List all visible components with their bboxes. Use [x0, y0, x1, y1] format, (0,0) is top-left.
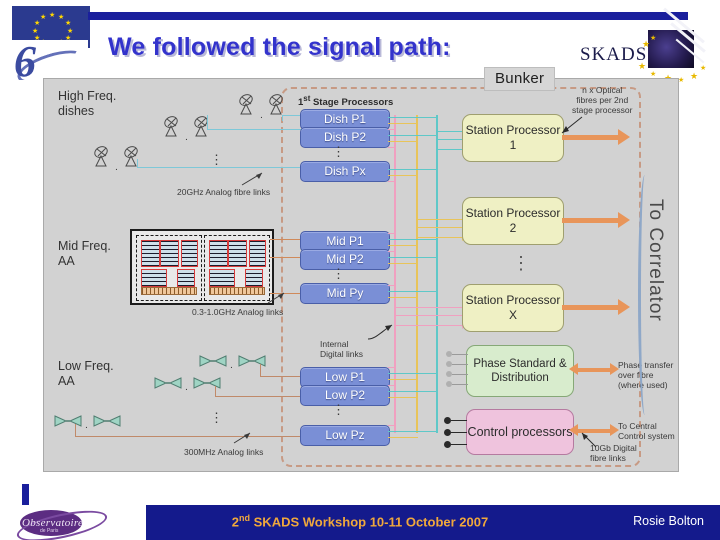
label-low-analog-links: 300MHz Analog links [184, 447, 264, 457]
dish-antenna-icon [162, 115, 184, 137]
dish-link-line [207, 115, 208, 129]
mid-freq-tile-array [130, 229, 274, 305]
low-link-line [75, 436, 308, 437]
processor-mid-p2[interactable]: Mid P2 [300, 249, 390, 270]
dish-antenna-icon [192, 115, 214, 137]
vertical-ellipsis: ⋮ [210, 152, 223, 167]
low-freq-antenna-icon [199, 354, 227, 368]
pointer-arrow [581, 432, 597, 448]
station-processor-x[interactable]: Station Processor X [462, 284, 564, 332]
label-to-correlator: To Correlator [645, 199, 666, 322]
fp6-logo: 6 [12, 40, 88, 80]
low-freq-antenna-icon [93, 414, 121, 428]
processor-low-p2[interactable]: Low P2 [300, 385, 390, 406]
dish-antenna-icon [237, 93, 259, 115]
label-mid-analog-links: 0.3-1.0GHz Analog links [192, 307, 284, 317]
diagram-panel: Bunker High Freq. dishes Mid Freq. AA Lo… [43, 67, 679, 472]
vertical-ellipsis: ⋮ [332, 266, 345, 281]
header-rule [88, 12, 688, 20]
internal-bus-yellow [416, 115, 418, 433]
correlator-output-arrow [562, 135, 620, 140]
label-high-freq-dishes: High Freq. dishes [58, 89, 117, 118]
label-mid-freq-aa: Mid Freq. AA [58, 239, 111, 268]
processor-dish-px[interactable]: Dish Px [300, 161, 390, 182]
slide-root: ★ ★ ★ ★ ★ ★ ★ ★ ★ ★ ★ ★ 6 We followed th… [0, 0, 720, 540]
station-processor-2[interactable]: Station Processor 2 [462, 197, 564, 245]
tile-group [204, 235, 270, 301]
page-title: We followed the signal path: [108, 33, 451, 61]
footer-author: Rosie Bolton [633, 514, 704, 528]
bunker-label: Bunker [484, 67, 556, 91]
control-processors-box[interactable]: Control processors [466, 409, 574, 455]
dish-antenna-icon [92, 145, 114, 167]
footer-ordinal-number: 2 [231, 514, 240, 530]
skads-logo: SKADS ★ ★ ★ ★ ★ ★ ★ ★ [580, 7, 710, 84]
low-link-line [215, 396, 308, 397]
low-link-line [215, 386, 216, 396]
station-processor-1[interactable]: Station Processor 1 [462, 114, 564, 162]
pointer-arrow [267, 292, 285, 304]
low-freq-antenna-icon [154, 376, 182, 390]
dish-antenna-icon [267, 93, 289, 115]
label-internal-digital-links: Internal Digital links [320, 339, 363, 359]
pointer-arrow [241, 172, 263, 186]
label-low-freq-aa: Low Freq. AA [58, 359, 114, 388]
dish-link-line [137, 159, 138, 167]
phase-transfer-arrow [574, 368, 614, 372]
pointer-arrow [367, 324, 393, 340]
dish-antenna-icon [122, 145, 144, 167]
stage1-heading: 1st Stage Processors [298, 94, 394, 109]
phase-standard-box[interactable]: Phase Standard & Distribution [466, 345, 574, 397]
low-freq-antenna-icon [193, 376, 221, 390]
vertical-ellipsis: ⋮ [512, 253, 530, 273]
tile-group [136, 235, 202, 301]
footer-ordinal-suffix: nd [239, 513, 251, 523]
footer-accent-mark [22, 484, 29, 506]
low-link-line [75, 424, 76, 436]
vertical-ellipsis: ⋮ [332, 402, 345, 417]
label-optical-fibres: n x Optical fibres per 2nd stage process… [572, 85, 633, 115]
pointer-arrow [233, 432, 251, 444]
footer-event-text: 2nd SKADS Workshop 10-11 October 2007 [0, 513, 720, 529]
vertical-ellipsis: ⋮ [210, 410, 223, 425]
correlator-output-arrowhead [618, 299, 630, 315]
correlator-output-arrow [562, 305, 620, 310]
processor-low-pz[interactable]: Low Pz [300, 425, 390, 446]
low-freq-antenna-icon [54, 414, 82, 428]
label-dish-fibre-links: 20GHz Analog fibre links [177, 187, 271, 197]
internal-bus-teal [436, 115, 438, 433]
dish-link-line [207, 129, 307, 130]
vertical-ellipsis: ⋮ [332, 144, 345, 159]
correlator-output-arrowhead [618, 129, 630, 145]
processor-mid-py[interactable]: Mid Py [300, 283, 390, 304]
correlator-output-arrow [562, 218, 620, 223]
low-freq-antenna-icon [238, 354, 266, 368]
low-link-line [260, 364, 261, 376]
dish-link-line [137, 167, 307, 168]
fp6-number: 6 [14, 40, 36, 80]
pointer-arrow [561, 116, 583, 134]
footer-event-name: SKADS Workshop 10-11 October 2007 [253, 514, 489, 530]
correlator-output-arrowhead [618, 212, 630, 228]
label-central-control: To Central Control system [618, 421, 675, 441]
processor-dish-p2[interactable]: Dish P2 [300, 127, 390, 148]
